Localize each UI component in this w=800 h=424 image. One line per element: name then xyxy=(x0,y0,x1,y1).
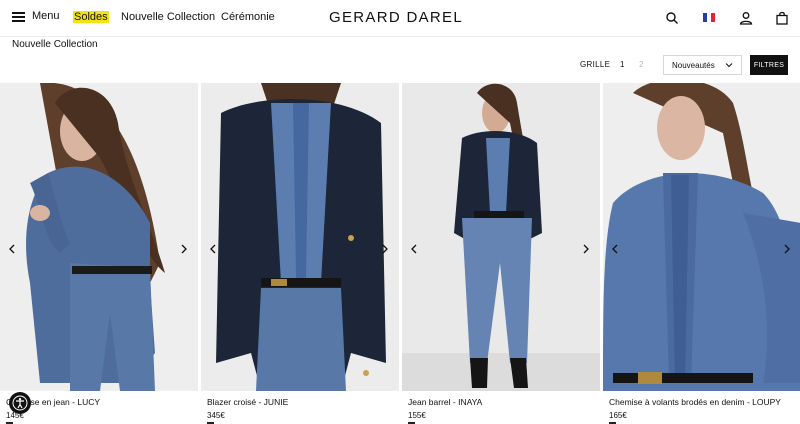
product-image[interactable] xyxy=(402,83,600,391)
menu-label: Menu xyxy=(32,10,60,22)
page-title: Nouvelle Collection xyxy=(12,39,98,50)
grid-option-2[interactable]: 2 xyxy=(639,60,643,69)
menu-button[interactable]: Menu xyxy=(12,10,60,22)
chevron-right-icon[interactable] xyxy=(379,243,391,255)
sort-select[interactable]: Nouveautés xyxy=(663,55,742,75)
chevron-left-icon[interactable] xyxy=(609,243,621,255)
product-price: 345€ xyxy=(207,411,225,420)
chevron-down-icon xyxy=(725,63,733,68)
chevron-left-icon[interactable] xyxy=(207,243,219,255)
product-name[interactable]: Blazer croisé - JUNIE xyxy=(207,397,288,407)
product-image[interactable] xyxy=(0,83,198,391)
nav-nouvelle-collection[interactable]: Nouvelle Collection xyxy=(121,11,215,23)
product-name[interactable]: Jean barrel - INAYA xyxy=(408,397,482,407)
grid-option-1[interactable]: 1 xyxy=(620,60,624,69)
user-icon[interactable] xyxy=(739,11,753,25)
chevron-left-icon[interactable] xyxy=(6,243,18,255)
nav-soldes[interactable]: Soldes xyxy=(73,11,109,23)
product-name[interactable]: Chemise à volants brodés en denim - LOUP… xyxy=(609,397,781,407)
chevron-right-icon[interactable] xyxy=(178,243,190,255)
brand-logo[interactable]: GERARD DAREL xyxy=(329,9,463,26)
product-price: 155€ xyxy=(408,411,426,420)
accessibility-icon[interactable] xyxy=(9,392,31,414)
grid-label: GRILLE xyxy=(580,60,611,69)
chevron-right-icon[interactable] xyxy=(781,243,793,255)
product-card: Jean barrel - INAYA 155€ xyxy=(402,83,600,424)
product-card: Chemise en jean - LUCY 145€ xyxy=(0,83,198,424)
flag-fr-icon[interactable] xyxy=(703,13,715,22)
product-card: Blazer croisé - JUNIE 345€ xyxy=(201,83,399,424)
product-price: 165€ xyxy=(609,411,627,420)
chevron-left-icon[interactable] xyxy=(408,243,420,255)
search-icon[interactable] xyxy=(665,11,679,25)
bag-icon[interactable] xyxy=(775,11,789,25)
hamburger-icon xyxy=(12,11,25,22)
product-image[interactable] xyxy=(201,83,399,391)
filters-button[interactable]: FILTRES xyxy=(750,55,788,75)
header-divider xyxy=(0,36,800,37)
nav-ceremonie[interactable]: Cérémonie xyxy=(221,11,275,23)
product-card: Chemise à volants brodés en denim - LOUP… xyxy=(603,83,800,424)
sort-value: Nouveautés xyxy=(672,60,715,70)
product-image[interactable] xyxy=(603,83,800,391)
site-header: Menu Soldes Nouvelle Collection Cérémoni… xyxy=(0,0,800,36)
chevron-right-icon[interactable] xyxy=(580,243,592,255)
